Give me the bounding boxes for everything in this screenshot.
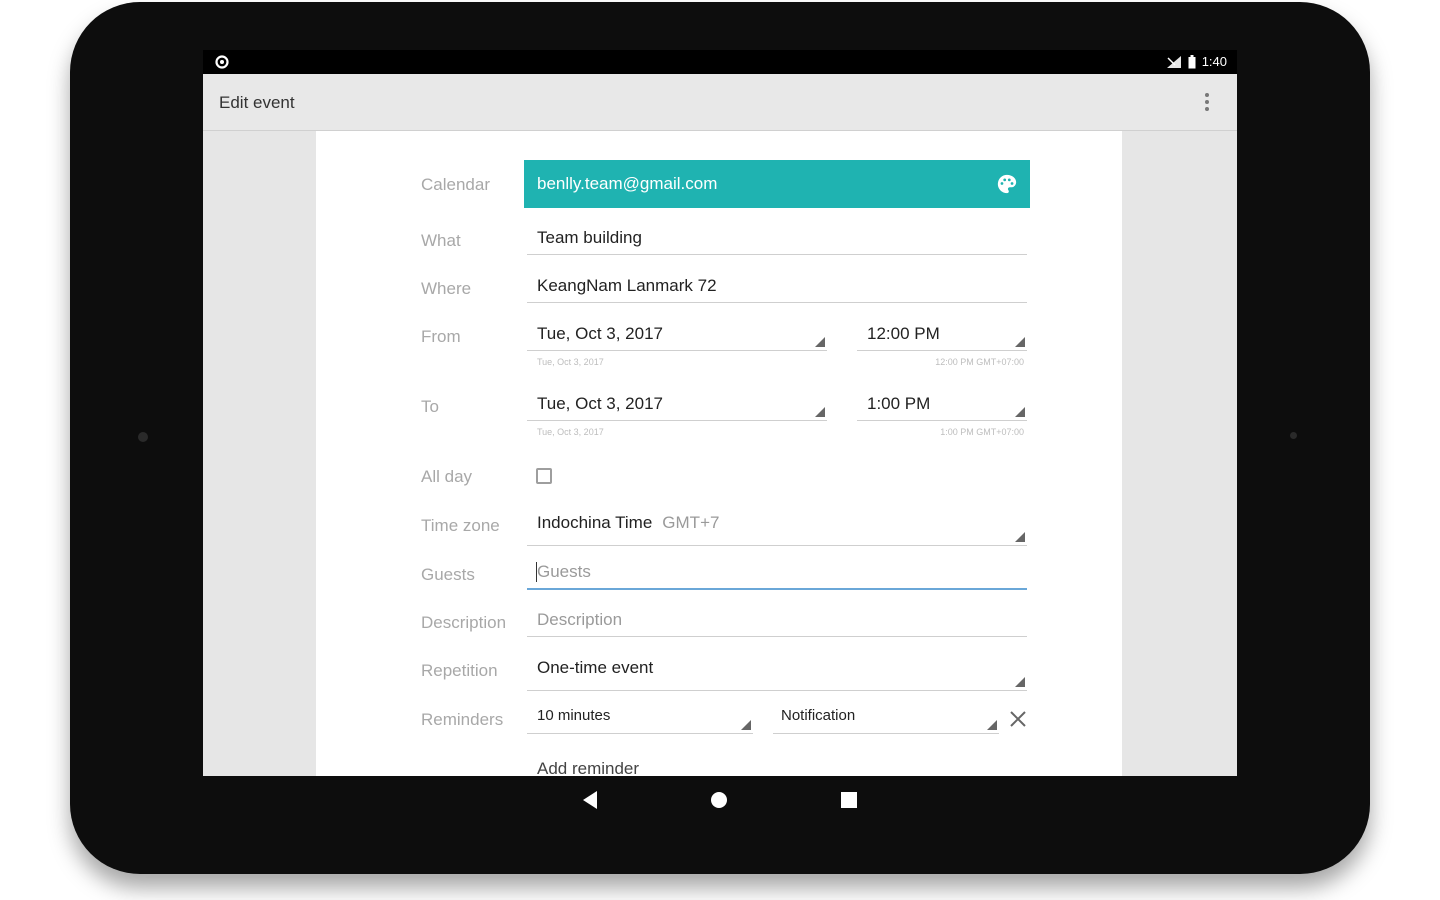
guests-label: Guests: [421, 565, 475, 584]
overflow-menu-icon[interactable]: [1203, 90, 1211, 114]
recents-icon[interactable]: [841, 792, 857, 808]
add-reminder-button[interactable]: Add reminder: [537, 759, 639, 776]
home-icon[interactable]: [710, 791, 728, 809]
calendar-selector[interactable]: benlly.team@gmail.com: [524, 160, 1030, 208]
dropdown-indicator-icon: [1015, 407, 1025, 417]
settings-icon: [215, 55, 229, 69]
from-label: From: [421, 327, 461, 346]
to-date-picker[interactable]: Tue, Oct 3, 2017: [527, 390, 827, 421]
status-time: 1:40: [1201, 54, 1227, 69]
calendar-label: Calendar: [421, 175, 490, 194]
reminder-method: Notification: [781, 707, 856, 724]
description-input[interactable]: Description: [527, 606, 1027, 637]
dropdown-indicator-icon: [741, 720, 751, 730]
palette-icon[interactable]: [996, 173, 1018, 195]
battery-icon: [1188, 54, 1196, 68]
signal-off-icon: [1166, 55, 1181, 68]
where-value: KeangNam Lanmark 72: [537, 276, 717, 295]
app-bar: Edit event: [203, 74, 1237, 131]
what-label: What: [421, 231, 461, 250]
dropdown-indicator-icon: [815, 337, 825, 347]
where-label: Where: [421, 279, 472, 298]
dropdown-indicator-icon: [1015, 337, 1025, 347]
device-screen: 1:40 Edit event Calendar benlly.team@gma…: [203, 50, 1237, 776]
close-icon[interactable]: [1008, 709, 1028, 729]
from-time-picker[interactable]: 12:00 PM: [857, 320, 1027, 351]
reminder-time: 10 minutes: [537, 707, 611, 724]
to-time-sub: 1:00 PM GMT+07:00: [940, 427, 1024, 437]
guests-placeholder: Guests: [537, 562, 591, 581]
reminders-label: Reminders: [421, 710, 504, 729]
from-date: Tue, Oct 3, 2017: [537, 324, 663, 343]
dropdown-indicator-icon: [1015, 677, 1025, 687]
dropdown-indicator-icon: [987, 720, 997, 730]
to-time: 1:00 PM: [867, 394, 931, 413]
what-field[interactable]: Team building: [527, 224, 1027, 255]
tablet-camera-left: [138, 432, 148, 442]
dropdown-indicator-icon: [1015, 532, 1025, 542]
guests-input[interactable]: Guests: [527, 558, 1027, 590]
reminder-method-selector[interactable]: Notification: [773, 703, 999, 734]
status-bar: 1:40: [203, 50, 1237, 74]
calendar-account: benlly.team@gmail.com: [537, 174, 718, 193]
from-time-sub: 12:00 PM GMT+07:00: [935, 357, 1024, 367]
from-time: 12:00 PM: [867, 324, 940, 343]
all-day-label: All day: [421, 467, 473, 486]
time-zone-offset: GMT+7: [662, 513, 720, 532]
time-zone-selector[interactable]: Indochina Time GMT+7: [527, 509, 1027, 546]
all-day-checkbox[interactable]: [536, 468, 552, 484]
back-icon[interactable]: [581, 790, 599, 810]
repetition-label: Repetition: [421, 661, 498, 680]
tablet-sensor-right: [1290, 432, 1297, 439]
repetition-selector[interactable]: One-time event: [527, 654, 1027, 691]
navigation-bar: [203, 776, 1237, 826]
description-placeholder: Description: [537, 610, 623, 629]
dropdown-indicator-icon: [815, 407, 825, 417]
time-zone-label: Time zone: [421, 516, 500, 535]
what-value: Team building: [537, 228, 642, 247]
reminder-time-selector[interactable]: 10 minutes: [527, 703, 753, 734]
from-date-sub: Tue, Oct 3, 2017: [537, 357, 604, 367]
status-icons: 1:40: [1166, 54, 1227, 69]
to-time-picker[interactable]: 1:00 PM: [857, 390, 1027, 421]
description-label: Description: [421, 613, 507, 632]
repetition-value: One-time event: [537, 658, 654, 677]
edit-event-form: Calendar benlly.team@gmail.com What Team…: [316, 131, 1122, 776]
where-field[interactable]: KeangNam Lanmark 72: [527, 272, 1027, 303]
to-date-sub: Tue, Oct 3, 2017: [537, 427, 604, 437]
time-zone-name: Indochina Time: [537, 513, 653, 532]
to-date: Tue, Oct 3, 2017: [537, 394, 663, 413]
from-date-picker[interactable]: Tue, Oct 3, 2017: [527, 320, 827, 351]
to-label: To: [421, 397, 439, 416]
page-title: Edit event: [219, 93, 295, 112]
time-zone-value: Indochina Time GMT+7: [537, 513, 719, 533]
